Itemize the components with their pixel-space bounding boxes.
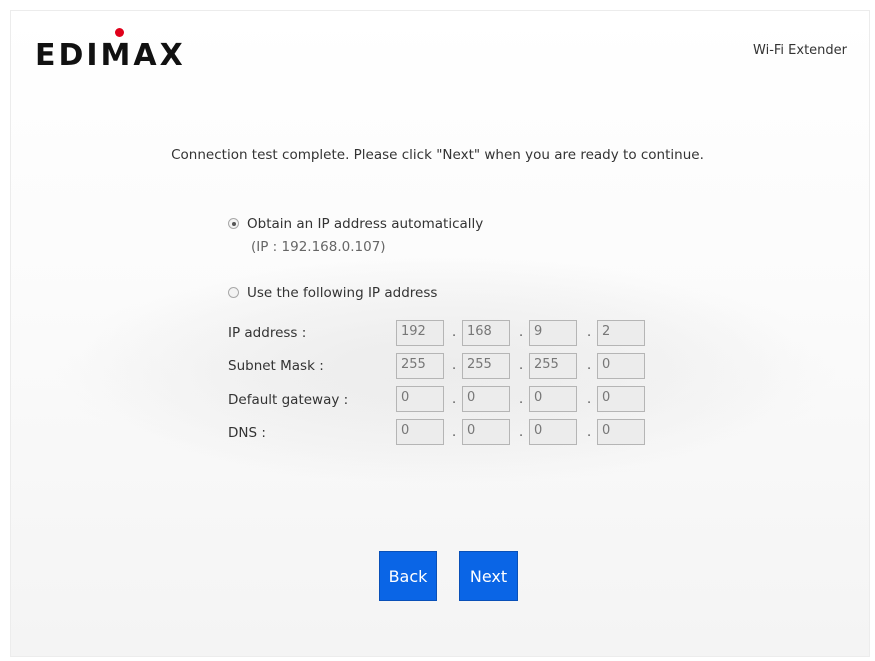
subnet-mask-octet-2[interactable]: 255	[462, 353, 510, 379]
subnet-mask-label: Subnet Mask :	[228, 358, 324, 374]
back-button[interactable]: Back	[379, 551, 437, 601]
ip-address-octet-2[interactable]: 168	[462, 320, 510, 346]
default-gateway-label: Default gateway :	[228, 392, 349, 408]
octet-separator: .	[587, 325, 592, 340]
octet-separator: .	[587, 358, 592, 373]
octet-separator: .	[452, 325, 457, 340]
ip-address-label: IP address :	[228, 325, 307, 341]
obtain-auto-radio[interactable]	[228, 218, 239, 229]
subnet-mask-octet-3[interactable]: 255	[529, 353, 577, 379]
octet-separator: .	[519, 425, 524, 440]
obtain-auto-label: Obtain an IP address automatically	[247, 216, 484, 232]
dns-octet-4[interactable]: 0	[597, 419, 645, 445]
manual-ip-option[interactable]: Use the following IP address	[228, 285, 437, 301]
ip-address-octet-1[interactable]: 192	[396, 320, 444, 346]
octet-separator: .	[519, 325, 524, 340]
octet-separator: .	[452, 358, 457, 373]
default-gateway-octet-2[interactable]: 0	[462, 386, 510, 412]
edimax-logo: EDIMAX	[35, 38, 186, 73]
subnet-mask-octet-1[interactable]: 255	[396, 353, 444, 379]
octet-separator: .	[519, 392, 524, 407]
current-ip-hint: (IP : 192.168.0.107)	[251, 239, 386, 255]
status-message: Connection test complete. Please click "…	[171, 147, 704, 163]
octet-separator: .	[519, 358, 524, 373]
dns-octet-2[interactable]: 0	[462, 419, 510, 445]
manual-ip-radio[interactable]	[228, 287, 239, 298]
default-gateway-octet-4[interactable]: 0	[597, 386, 645, 412]
background-swoosh	[51, 256, 841, 486]
dns-octet-3[interactable]: 0	[529, 419, 577, 445]
ip-address-octet-3[interactable]: 9	[529, 320, 577, 346]
octet-separator: .	[587, 425, 592, 440]
dns-label: DNS :	[228, 425, 266, 441]
subnet-mask-octet-4[interactable]: 0	[597, 353, 645, 379]
default-gateway-octet-1[interactable]: 0	[396, 386, 444, 412]
default-gateway-octet-3[interactable]: 0	[529, 386, 577, 412]
logo-red-dot	[115, 28, 124, 37]
octet-separator: .	[452, 392, 457, 407]
next-button[interactable]: Next	[459, 551, 518, 601]
product-name: Wi-Fi Extender	[753, 43, 847, 58]
ip-address-octet-4[interactable]: 2	[597, 320, 645, 346]
dns-octet-1[interactable]: 0	[396, 419, 444, 445]
obtain-auto-option[interactable]: Obtain an IP address automatically	[228, 216, 483, 232]
octet-separator: .	[452, 425, 457, 440]
octet-separator: .	[587, 392, 592, 407]
manual-ip-label: Use the following IP address	[247, 285, 438, 301]
